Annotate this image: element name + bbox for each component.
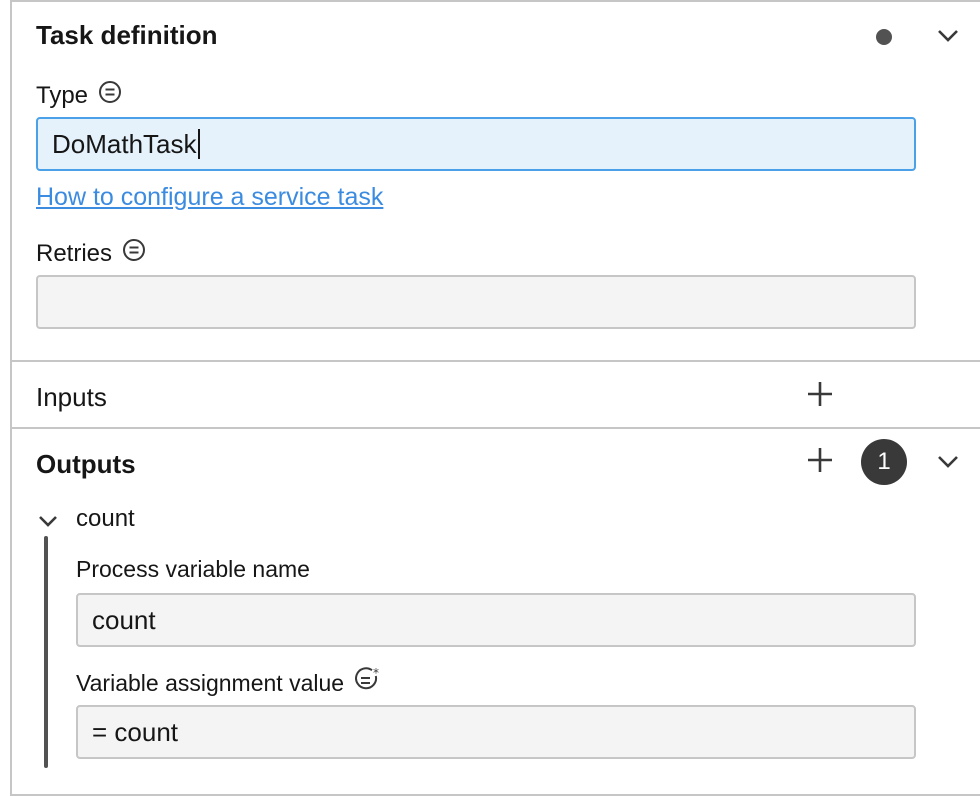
task-definition-section: Task definition Type DoMathTask How to c… (12, 2, 980, 362)
process-variable-value: count (92, 604, 156, 635)
outputs-section: Outputs 1 count Process variable name co… (12, 429, 980, 796)
text-caret (197, 129, 200, 159)
retries-label-row: Retries (36, 238, 146, 269)
process-variable-label: Process variable name (76, 556, 310, 582)
plus-icon (807, 381, 833, 412)
type-label: Type (36, 81, 89, 109)
assignment-label: Variable assignment value (76, 669, 345, 696)
outputs-title[interactable]: Outputs (36, 449, 136, 480)
retries-input[interactable] (36, 275, 916, 329)
chevron-down-icon[interactable] (934, 448, 962, 476)
retries-label: Retries (36, 239, 113, 267)
svg-text:*: * (373, 667, 379, 680)
process-variable-input[interactable]: count (76, 593, 916, 647)
list-equals-icon (122, 238, 146, 269)
assignment-value: = count (92, 716, 179, 747)
properties-panel: Task definition Type DoMathTask How to c… (10, 0, 980, 796)
chevron-down-icon[interactable] (934, 22, 962, 50)
service-task-help-link[interactable]: How to configure a service task (36, 183, 383, 212)
outputs-count-badge: 1 (861, 439, 907, 485)
assignment-label-row: Variable assignment value * (76, 666, 382, 699)
type-input[interactable]: DoMathTask (36, 117, 916, 171)
dot-indicator-icon (876, 29, 892, 45)
inputs-section: Inputs (12, 362, 980, 429)
feel-expression-icon: * (354, 666, 382, 699)
add-input-button[interactable] (804, 380, 836, 412)
output-entry-name[interactable]: count (76, 505, 135, 533)
task-definition-title[interactable]: Task definition (36, 20, 218, 51)
collapse-entry-chevron-icon[interactable] (34, 507, 62, 535)
type-label-row: Type (36, 80, 122, 111)
list-equals-icon (98, 80, 122, 111)
plus-icon (807, 447, 833, 478)
type-input-value: DoMathTask (52, 128, 197, 159)
entry-indent-line (44, 536, 48, 768)
assignment-input[interactable]: = count (76, 705, 916, 759)
inputs-title[interactable]: Inputs (36, 382, 107, 413)
add-output-button[interactable] (804, 446, 836, 478)
